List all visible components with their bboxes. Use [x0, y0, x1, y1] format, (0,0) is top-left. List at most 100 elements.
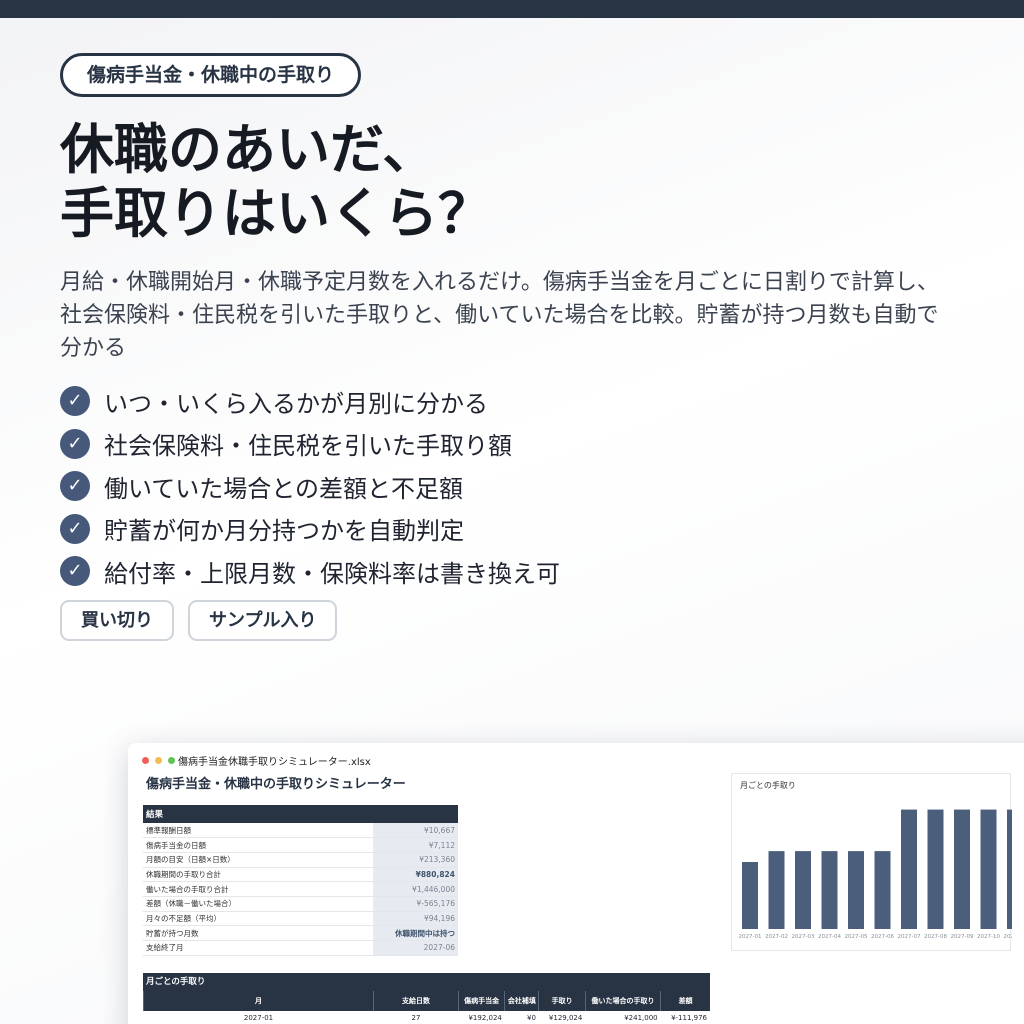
close-dot — [142, 757, 149, 764]
result-label: 差額（休職－働いた場合） — [143, 896, 373, 912]
chip-one-time-purchase: 買い切り — [60, 600, 174, 641]
chip-sample-included: サンプル入り — [188, 600, 338, 641]
results-header: 結果 — [143, 805, 458, 823]
file-name: 傷病手当金休職手取りシミュレーター.xlsx — [178, 757, 371, 768]
chart-bar — [927, 809, 944, 929]
table-row: 月々の不足額（平均） ¥94,196 — [143, 911, 458, 927]
chart-canvas: 2027-01 2027-02 2027-03 2027-04 2027-05 2027-… — [739, 809, 1012, 940]
cell-month: 2027-01 — [143, 1011, 374, 1024]
chart-tick-label: 2027-07 — [898, 934, 921, 940]
check-icon: ✓ — [60, 428, 90, 459]
chart-tick-label: 2027-01 — [739, 934, 762, 940]
result-value: ¥94,196 — [373, 911, 458, 927]
chart-bar — [954, 809, 970, 929]
feature-text: 社会保険料・住民税を引いた手取り額 — [104, 432, 512, 461]
result-label: 休職期間の手取り合計 — [143, 867, 373, 883]
result-value: 2027-06 — [373, 940, 458, 956]
table-row: 差額（休職－働いた場合） ¥-565,176 — [143, 896, 458, 912]
maximize-dot — [168, 757, 175, 764]
result-label: 傷病手当金の日額 — [143, 837, 373, 853]
lead-text: 月給・休職開始月・休職予定月数を入れるだけ。傷病手当金を月ごとに日割りで計算し、… — [60, 270, 939, 361]
minimize-dot — [155, 757, 162, 764]
chart-tick-label: 2027-06 — [871, 934, 894, 940]
result-value: ¥1,446,000 — [373, 881, 458, 897]
result-label: 支給終了月 — [143, 940, 373, 956]
table-row: 支給終了月 2027-06 — [143, 940, 458, 956]
check-icon: ✓ — [60, 471, 90, 502]
sheet-title: 傷病手当金・休職中の手取りシミュレーター — [146, 777, 406, 792]
cell-difference: ¥-111,976 — [660, 1011, 710, 1024]
chart-tick-label: 2027-10 — [977, 934, 1000, 940]
cell-working-take-home: ¥241,000 — [585, 1011, 661, 1024]
column-header: 手取り — [538, 991, 586, 1011]
result-label: 働いた場合の手取り合計 — [143, 881, 373, 897]
chart-bar — [848, 851, 864, 929]
chart-tick-label: 2027-09 — [951, 934, 974, 940]
table-row: 2027-01 27 ¥192,024 ¥0 ¥129,024 ¥241,000… — [143, 1011, 710, 1024]
chart-bar — [821, 851, 838, 929]
feature-item: ✓ 貯蓄が何か月分持つかを自動判定 — [60, 508, 560, 551]
chart-tick-label: 2027-04 — [818, 934, 841, 940]
cell-days: 27 — [373, 1011, 459, 1024]
table-row: 貯蓄が持つ月数 休職期間中は持つ — [143, 925, 458, 941]
check-icon: ✓ — [60, 386, 90, 417]
result-label: 標準報酬日額 — [143, 823, 373, 839]
chart-bar — [901, 809, 917, 929]
monthly-caption: 月ごとの手取り — [143, 973, 710, 991]
cell-benefit: ¥192,024 — [458, 1011, 505, 1024]
monthly-chart: 2027-01 2027-02 2027-03 2027-04 2027-05 2027-… — [731, 773, 1012, 951]
chip-row: 買い切り サンプル入り — [60, 600, 338, 641]
cell-company-support: ¥0 — [504, 1011, 539, 1024]
feature-text: いつ・いくら入るかが月別に分かる — [104, 389, 488, 418]
feature-item: ✓ 給付率・上限月数・保険料率は書き換え可 — [60, 550, 560, 593]
table-row: 働いた場合の手取り合計 ¥1,446,000 — [143, 881, 458, 897]
result-value: 休職期間中は持つ — [373, 925, 458, 941]
headline-line-2: 手取りはいくら？ — [60, 182, 492, 245]
chart-bar — [874, 851, 891, 929]
result-value: ¥10,667 — [373, 823, 458, 839]
column-header: 働いた場合の手取り — [584, 991, 661, 1011]
check-icon: ✓ — [60, 513, 90, 544]
check-icon: ✓ — [60, 556, 90, 587]
result-value: ¥213,360 — [373, 852, 458, 868]
column-header: 会社補填 — [504, 991, 539, 1011]
spreadsheet-preview: 傷病手当金休職手取りシミュレーター.xlsx 傷病手当金・休職中の手取りシミュレ… — [128, 743, 1024, 1024]
table-row: 休職期間の手取り合計 ¥880,824 — [143, 867, 458, 883]
top-bar — [0, 0, 1024, 18]
result-value: ¥-565,176 — [373, 896, 458, 912]
table-row: 標準報酬日額 ¥10,667 — [143, 823, 458, 839]
result-value: ¥880,824 — [373, 867, 458, 883]
table-row: 月額の目安（日額×日数） ¥213,360 — [143, 852, 458, 868]
result-value: ¥7,112 — [373, 837, 458, 853]
feature-item: ✓ いつ・いくら入るかが月別に分かる — [60, 380, 560, 423]
results-table: 結果 標準報酬日額 ¥10,667 傷病手当金の日額 ¥7,112 月額の目安（日額… — [143, 805, 458, 956]
headline: 休職のあいだ、 手取りはいくら？ — [60, 118, 960, 246]
chart-tick-label: 2027-11 — [1004, 934, 1012, 940]
result-label: 貯蓄が持つ月数 — [143, 925, 373, 941]
feature-text: 給付率・上限月数・保険料率は書き換え可 — [104, 559, 560, 588]
feature-item: ✓ 社会保険料・住民税を引いた手取り額 — [60, 423, 560, 466]
chart-bar — [742, 862, 758, 929]
column-header: 差額 — [660, 991, 710, 1011]
chart-bar — [768, 851, 785, 929]
feature-text: 働いていた場合との差額と不足額 — [104, 474, 464, 503]
window-controls — [142, 757, 175, 764]
column-header: 傷病手当金 — [457, 991, 505, 1011]
chart-bar — [795, 851, 811, 929]
feature-item: ✓ 働いていた場合との差額と不足額 — [60, 465, 560, 508]
chart-tick-label: 2027-08 — [924, 934, 947, 940]
headline-line-1: 休職のあいだ、 — [60, 118, 437, 181]
column-header: 月 — [143, 991, 374, 1011]
column-header: 支給日数 — [373, 991, 459, 1011]
chart-tick-label: 2027-05 — [845, 934, 868, 940]
category-tag: 傷病手当金・休職中の手取り — [60, 53, 362, 97]
chart-bar — [1007, 809, 1012, 929]
chart-title: 月ごとの手取り — [740, 781, 796, 790]
chart-tick-label: 2027-02 — [765, 934, 788, 940]
cell-take-home: ¥129,024 — [538, 1011, 586, 1024]
feature-list: ✓ いつ・いくら入るかが月別に分かる ✓ 社会保険料・住民税を引いた手取り額 ✓ 働い… — [60, 380, 560, 593]
result-label: 月額の目安（日額×日数） — [143, 852, 373, 868]
chart-tick-label: 2027-03 — [792, 934, 815, 940]
chart-bar — [980, 809, 997, 929]
result-label: 月々の不足額（平均） — [143, 911, 373, 927]
